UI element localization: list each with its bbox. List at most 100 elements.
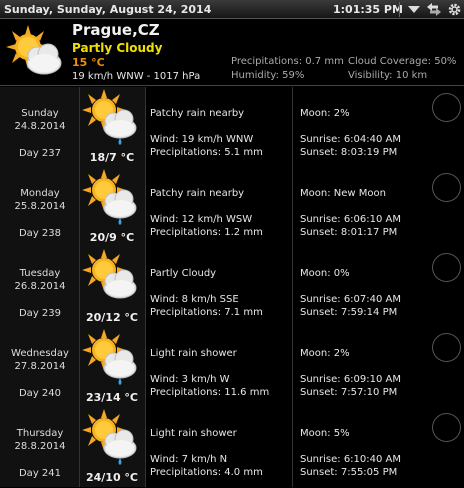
sunset-text: Sunset: 8:03:19 PM xyxy=(300,147,398,158)
sunset-text: Sunset: 8:01:17 PM xyxy=(300,227,398,238)
sunrise-text: Sunrise: 6:06:10 AM xyxy=(300,214,402,225)
dropdown-arrow-icon[interactable] xyxy=(407,2,421,17)
condition-text: Patchy rain nearby xyxy=(150,188,245,199)
current-cloud-coverage: Cloud Coverage: 50% xyxy=(348,56,457,67)
sun-cloud-rain-icon xyxy=(82,328,142,390)
day-date: 27.8.2014 xyxy=(14,361,66,372)
weather-cell: Patchy rain nearby Wind: 12 km/h WSW Pre… xyxy=(146,167,293,247)
temperature-range: 24/10 °C xyxy=(85,471,139,484)
current-condition: Partly Cloudy xyxy=(72,41,163,55)
gear-icon[interactable] xyxy=(447,2,461,17)
precipitation-text: Precipitations: 4.0 mm xyxy=(150,467,263,478)
condition-text: Light rain shower xyxy=(150,348,237,359)
forecast-row-thursday: Thursday 28.8.2014 Day 241 24/10 °C Ligh… xyxy=(0,407,464,487)
icon-cell: 18/7 °C xyxy=(80,87,146,167)
condition-text: Partly Cloudy xyxy=(150,268,217,279)
sunset-text: Sunset: 7:57:10 PM xyxy=(300,387,398,398)
moon-phase-icon xyxy=(433,94,460,121)
day-cell: Monday 25.8.2014 Day 238 xyxy=(0,167,80,247)
partly-cloudy-icon xyxy=(6,25,62,75)
forecast-list: Sunday 24.8.2014 Day 237 18/7 °C Patchy … xyxy=(0,87,464,488)
current-conditions: Prague,CZ Partly Cloudy 15 °C 19 km/h WN… xyxy=(0,20,464,86)
day-name: Sunday xyxy=(21,108,59,119)
day-cell: Sunday 24.8.2014 Day 237 xyxy=(0,87,80,167)
moon-phase-text: Moon: New Moon xyxy=(300,188,386,199)
current-temperature: 15 °C xyxy=(72,56,105,69)
sun-cloud-rain-icon xyxy=(82,88,142,150)
day-number: Day 240 xyxy=(18,388,61,399)
condition-text: Patchy rain nearby xyxy=(150,108,245,119)
wind-text: Wind: 8 km/h SSE xyxy=(150,294,239,305)
wind-text: Wind: 3 km/h W xyxy=(150,374,230,385)
moon-phase-icon xyxy=(433,414,460,441)
temperature-range: 23/14 °C xyxy=(85,391,139,404)
wind-text: Wind: 12 km/h WSW xyxy=(150,214,253,225)
temperature-range: 20/9 °C xyxy=(89,231,135,244)
sunset-text: Sunset: 7:55:05 PM xyxy=(300,467,398,478)
temperature-range: 18/7 °C xyxy=(89,151,135,164)
forecast-row-wednesday: Wednesday 27.8.2014 Day 240 23/14 °C Lig… xyxy=(0,327,464,407)
sunrise-text: Sunrise: 6:10:40 AM xyxy=(300,454,402,465)
day-name: Tuesday xyxy=(19,268,61,279)
moon-cell: Moon: New Moon Sunrise: 6:06:10 AM Sunse… xyxy=(293,167,464,247)
sunrise-text: Sunrise: 6:04:40 AM xyxy=(300,134,402,145)
moon-phase-text: Moon: 2% xyxy=(300,108,350,119)
moon-cell: Moon: 2% Sunrise: 6:09:10 AM Sunset: 7:5… xyxy=(293,327,464,407)
sunrise-text: Sunrise: 6:09:10 AM xyxy=(300,374,402,385)
precipitation-text: Precipitations: 7.1 mm xyxy=(150,307,263,318)
icon-cell: 24/10 °C xyxy=(80,407,146,487)
day-name: Thursday xyxy=(16,428,64,439)
icon-cell: 20/12 °C xyxy=(80,247,146,327)
weather-cell: Light rain shower Wind: 3 km/h W Precipi… xyxy=(146,327,293,407)
day-number: Day 239 xyxy=(18,308,61,319)
moon-phase-icon xyxy=(433,174,460,201)
sunrise-text: Sunrise: 6:07:40 AM xyxy=(300,294,402,305)
current-visibility: Visibility: 10 km xyxy=(348,70,428,81)
current-date: Sunday, Sunday, August 24, 2014 xyxy=(4,3,212,16)
weather-cell: Patchy rain nearby Wind: 19 km/h WNW Pre… xyxy=(146,87,293,167)
precipitation-text: Precipitations: 11.6 mm xyxy=(150,387,270,398)
partly-cloudy-icon xyxy=(82,248,142,310)
precipitation-text: Precipitations: 1.2 mm xyxy=(150,227,263,238)
current-precipitations: Precipitations: 0.7 mm xyxy=(231,56,344,67)
current-wind-pressure: 19 km/h WNW - 1017 hPa xyxy=(72,71,201,82)
icon-cell: 23/14 °C xyxy=(80,327,146,407)
sunset-text: Sunset: 7:59:14 PM xyxy=(300,307,398,318)
day-cell: Thursday 28.8.2014 Day 241 xyxy=(0,407,80,487)
moon-phase-text: Moon: 5% xyxy=(300,428,350,439)
sun-cloud-rain-icon xyxy=(82,408,142,470)
moon-phase-icon xyxy=(433,334,460,361)
day-cell: Wednesday 27.8.2014 Day 240 xyxy=(0,327,80,407)
day-date: 25.8.2014 xyxy=(14,201,66,212)
title-bar: Sunday, Sunday, August 24, 2014 1:01:35 … xyxy=(0,0,464,19)
sun-cloud-rain-icon xyxy=(82,168,142,230)
current-humidity: Humidity: 59% xyxy=(231,70,305,81)
current-time: 1:01:35 PM xyxy=(333,3,403,16)
day-name: Wednesday xyxy=(11,348,69,359)
weather-cell: Light rain shower Wind: 7 km/h N Precipi… xyxy=(146,407,293,487)
moon-cell: Moon: 2% Sunrise: 6:04:40 AM Sunset: 8:0… xyxy=(293,87,464,167)
day-number: Day 238 xyxy=(18,228,61,239)
wind-text: Wind: 7 km/h N xyxy=(150,454,228,465)
day-cell: Tuesday 26.8.2014 Day 239 xyxy=(0,247,80,327)
forecast-row-sunday: Sunday 24.8.2014 Day 237 18/7 °C Patchy … xyxy=(0,87,464,167)
moon-cell: Moon: 0% Sunrise: 6:07:40 AM Sunset: 7:5… xyxy=(293,247,464,327)
moon-phase-text: Moon: 2% xyxy=(300,348,350,359)
icon-cell: 20/9 °C xyxy=(80,167,146,247)
day-name: Monday xyxy=(20,188,60,199)
wind-text: Wind: 19 km/h WNW xyxy=(150,134,254,145)
weather-cell: Partly Cloudy Wind: 8 km/h SSE Precipita… xyxy=(146,247,293,327)
day-number: Day 241 xyxy=(18,468,61,479)
title-divider xyxy=(399,2,400,17)
moon-phase-text: Moon: 0% xyxy=(300,268,350,279)
day-date: 28.8.2014 xyxy=(14,441,66,452)
moon-phase-icon xyxy=(433,254,460,281)
moon-cell: Moon: 5% Sunrise: 6:10:40 AM Sunset: 7:5… xyxy=(293,407,464,487)
day-number: Day 237 xyxy=(18,148,61,159)
day-date: 26.8.2014 xyxy=(14,281,66,292)
precipitation-text: Precipitations: 5.1 mm xyxy=(150,147,263,158)
forecast-row-tuesday: Tuesday 26.8.2014 Day 239 20/12 °C Partl… xyxy=(0,247,464,327)
temperature-range: 20/12 °C xyxy=(85,311,139,324)
swap-arrows-icon[interactable] xyxy=(426,2,441,17)
day-date: 24.8.2014 xyxy=(14,121,66,132)
